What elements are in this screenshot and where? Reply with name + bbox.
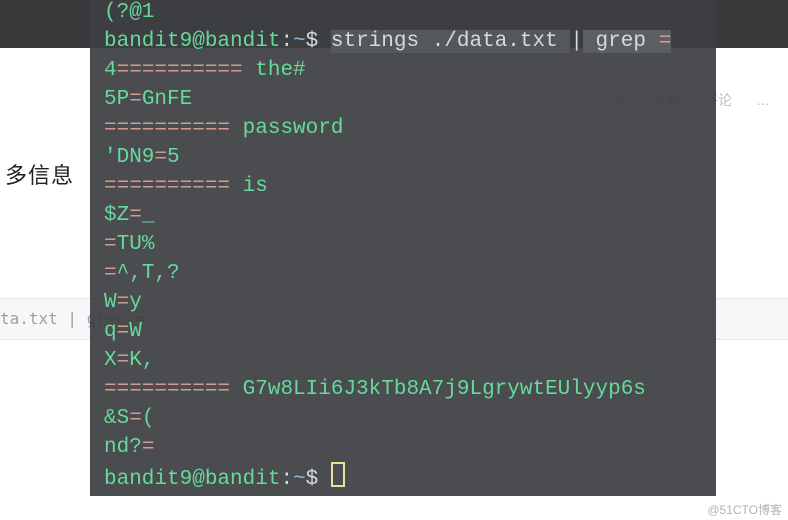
- output-line: (?@1: [104, 1, 154, 24]
- watermark: @51CTO博客: [707, 501, 782, 518]
- output-eq: ==========: [117, 59, 243, 82]
- output-eq: =: [142, 436, 155, 459]
- more-button[interactable]: …: [756, 90, 770, 110]
- output-line: _: [142, 204, 155, 227]
- output-line: X: [104, 349, 117, 372]
- output-line: &S: [104, 407, 129, 430]
- output-eq: =: [117, 349, 130, 372]
- output-line: ^,T,?: [117, 262, 180, 285]
- cn-side-label: 多信息: [5, 158, 74, 190]
- output-line: $Z: [104, 204, 129, 227]
- output-eq: =: [104, 233, 117, 256]
- output-line: W: [104, 291, 117, 314]
- prompt-dollar: $: [306, 30, 331, 53]
- prompt-dollar: $: [306, 468, 331, 491]
- output-line: q: [104, 320, 117, 343]
- command-text: strings ./data.txt: [331, 30, 570, 53]
- prompt-path: ~: [293, 30, 306, 53]
- output-eq: =: [104, 262, 117, 285]
- output-line: y: [129, 291, 142, 314]
- output-eq: =: [154, 146, 167, 169]
- prompt-path: ~: [293, 468, 306, 491]
- command-text: grep: [583, 30, 659, 53]
- terminal-content: (?@1 bandit9@bandit:~$ strings ./data.tx…: [104, 0, 706, 496]
- output-line: password: [230, 117, 343, 140]
- output-line: (: [142, 407, 155, 430]
- output-line: 5: [167, 146, 180, 169]
- terminal-window[interactable]: (?@1 bandit9@bandit:~$ strings ./data.tx…: [90, 0, 716, 496]
- output-password: G7w8LIi6J3kTb8A7j9LgrywtEUlyyp6s: [230, 378, 646, 401]
- prompt-user: bandit9@bandit: [104, 30, 280, 53]
- output-line: nd?: [104, 436, 142, 459]
- output-eq: =: [117, 320, 130, 343]
- output-line: is: [230, 175, 268, 198]
- prompt-user: bandit9@bandit: [104, 468, 280, 491]
- command-text: =: [659, 30, 672, 53]
- command-pipe: |: [570, 30, 583, 53]
- output-eq: ==========: [104, 378, 230, 401]
- output-eq: =: [117, 291, 130, 314]
- output-line: W: [129, 320, 142, 343]
- output-eq: =: [129, 407, 142, 430]
- output-line: GnFE: [142, 88, 192, 111]
- output-eq: =: [129, 88, 142, 111]
- prompt-colon: :: [280, 468, 293, 491]
- output-eq: ==========: [104, 117, 230, 140]
- prompt-colon: :: [280, 30, 293, 53]
- cursor-icon: [331, 462, 345, 487]
- output-line: K,: [129, 349, 154, 372]
- output-eq: =: [129, 204, 142, 227]
- output-line: 'DN9: [104, 146, 154, 169]
- output-eq: ==========: [104, 175, 230, 198]
- output-line: TU%: [117, 233, 155, 256]
- output-line: 4: [104, 59, 117, 82]
- output-line: the#: [243, 59, 306, 82]
- output-line: 5P: [104, 88, 129, 111]
